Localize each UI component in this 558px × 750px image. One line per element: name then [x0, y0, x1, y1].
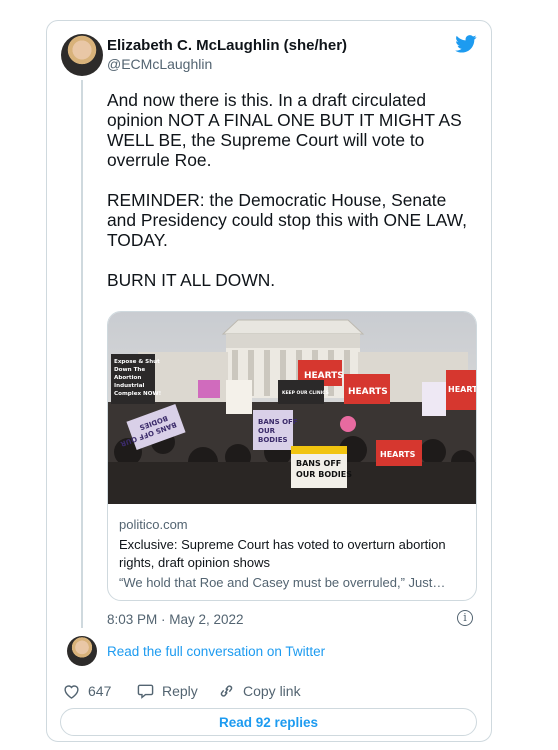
thread-line [81, 80, 83, 628]
info-icon[interactable]: i [457, 610, 473, 626]
link-icon [220, 685, 233, 697]
sign-bans-off-2: OUR [258, 427, 276, 435]
sign-hearts-2: HEARTS [348, 387, 388, 397]
sign-expose-shut-down: Down The [114, 367, 145, 373]
author-name[interactable]: Elizabeth C. McLaughlin (she/her) [107, 37, 347, 54]
sign-hearts-1: HEARTS [304, 371, 344, 381]
link-description: “We hold that Roe and Casey must be over… [119, 575, 446, 590]
sign-expose-shut-down: Industrial [114, 383, 145, 389]
sign-expose-shut-down: Complex NOW! [114, 391, 161, 397]
article-photo: Expose & Shut Down The Abortion Industri… [108, 312, 476, 504]
sign-hearts-3: HEARTS [448, 385, 476, 394]
read-full-conversation-link[interactable]: Read the full conversation on Twitter [107, 644, 325, 659]
sign-expose-shut-down: Abortion [114, 375, 141, 381]
conversation-avatar [67, 636, 97, 666]
copy-link-action[interactable]: Copy link [218, 683, 301, 699]
reply-label: Reply [162, 683, 198, 699]
link-preview-card[interactable]: Expose & Shut Down The Abortion Industri… [107, 311, 477, 601]
tweet-text: And now there is this. In a draft circul… [107, 90, 467, 290]
sign-expose-shut-down: Expose & Shut [114, 359, 160, 365]
author-avatar[interactable] [61, 34, 103, 76]
link-domain: politico.com [119, 517, 188, 532]
twitter-bird-icon[interactable] [455, 35, 477, 53]
link-title: Exclusive: Supreme Court has voted to ov… [119, 537, 446, 570]
sign-bans-off-2: BANS OFF [258, 418, 298, 426]
reply-bubble-icon [137, 684, 154, 699]
copy-link-label: Copy link [243, 683, 301, 699]
sign-bans-off-2: BODIES [258, 436, 288, 444]
sign-bans-off-3: BANS OFF [296, 459, 341, 468]
sign-bans-off-3: OUR BODIES [296, 470, 352, 479]
like-action[interactable]: 647 [63, 683, 111, 699]
reply-action[interactable]: Reply [137, 683, 198, 699]
author-handle[interactable]: @ECMcLaughlin [107, 56, 212, 72]
heart-icon [64, 685, 79, 699]
read-replies-button[interactable]: Read 92 replies [60, 708, 477, 736]
sign-keep-clinics: KEEP OUR CLINICS [282, 390, 329, 396]
tweet-timestamp[interactable]: 8:03 PM · May 2, 2022 [107, 612, 244, 627]
like-count: 647 [88, 683, 112, 699]
sign-hearts-4: HEARTS [380, 450, 416, 459]
